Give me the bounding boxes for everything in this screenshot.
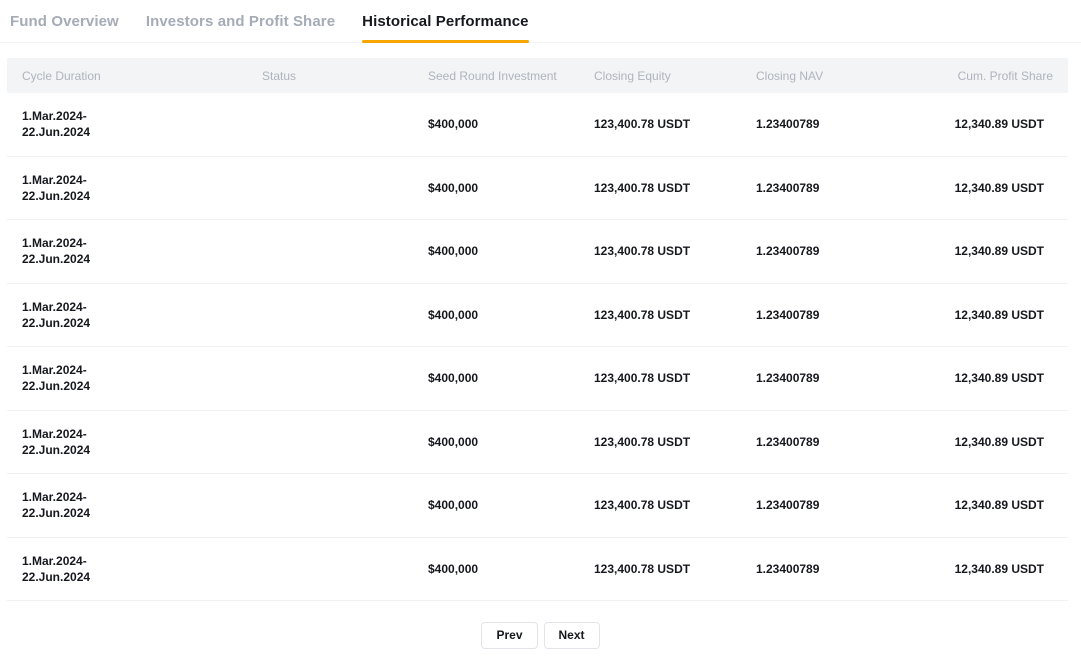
seed-round-investment-cell: $400,000 xyxy=(428,244,594,258)
table-row: 1.Mar.2024- 22.Jun.2024 $400,000 123,400… xyxy=(7,347,1068,411)
closing-equity-cell: 123,400.78 USDT xyxy=(594,244,756,258)
cycle-duration-line2: 22.Jun.2024 xyxy=(22,505,262,521)
cycle-duration-line1: 1.Mar.2024- xyxy=(22,362,262,378)
seed-round-investment-cell: $400,000 xyxy=(428,181,594,195)
cycle-duration-line2: 22.Jun.2024 xyxy=(22,569,262,585)
cycle-duration-line1: 1.Mar.2024- xyxy=(22,553,262,569)
closing-nav-cell: 1.23400789 xyxy=(756,181,906,195)
closing-equity-cell: 123,400.78 USDT xyxy=(594,117,756,131)
table-row: 1.Mar.2024- 22.Jun.2024 $400,000 123,400… xyxy=(7,474,1068,538)
cycle-duration-cell: 1.Mar.2024- 22.Jun.2024 xyxy=(7,172,262,204)
performance-table: Cycle Duration Status Seed Round Investm… xyxy=(7,58,1068,601)
cycle-duration-line1: 1.Mar.2024- xyxy=(22,235,262,251)
column-header-closing-nav: Closing NAV xyxy=(756,69,906,83)
tab-investors-and-profit-share[interactable]: Investors and Profit Share xyxy=(146,0,335,43)
table-row: 1.Mar.2024- 22.Jun.2024 $400,000 123,400… xyxy=(7,411,1068,475)
seed-round-investment-cell: $400,000 xyxy=(428,117,594,131)
cycle-duration-line2: 22.Jun.2024 xyxy=(22,188,262,204)
closing-nav-cell: 1.23400789 xyxy=(756,371,906,385)
closing-nav-cell: 1.23400789 xyxy=(756,562,906,576)
cycle-duration-cell: 1.Mar.2024- 22.Jun.2024 xyxy=(7,299,262,331)
cycle-duration-line1: 1.Mar.2024- xyxy=(22,426,262,442)
table-row: 1.Mar.2024- 22.Jun.2024 $400,000 123,400… xyxy=(7,220,1068,284)
tab-fund-overview[interactable]: Fund Overview xyxy=(10,0,119,43)
cycle-duration-cell: 1.Mar.2024- 22.Jun.2024 xyxy=(7,235,262,267)
cycle-duration-line1: 1.Mar.2024- xyxy=(22,489,262,505)
seed-round-investment-cell: $400,000 xyxy=(428,371,594,385)
cycle-duration-cell: 1.Mar.2024- 22.Jun.2024 xyxy=(7,489,262,521)
cycle-duration-cell: 1.Mar.2024- 22.Jun.2024 xyxy=(7,426,262,458)
cycle-duration-line2: 22.Jun.2024 xyxy=(22,124,262,140)
cum-profit-share-cell: 12,340.89 USDT xyxy=(906,308,1068,322)
seed-round-investment-cell: $400,000 xyxy=(428,498,594,512)
cycle-duration-cell: 1.Mar.2024- 22.Jun.2024 xyxy=(7,108,262,140)
closing-equity-cell: 123,400.78 USDT xyxy=(594,308,756,322)
column-header-cum-profit-share: Cum. Profit Share xyxy=(906,69,1068,83)
cum-profit-share-cell: 12,340.89 USDT xyxy=(906,435,1068,449)
cycle-duration-line2: 22.Jun.2024 xyxy=(22,378,262,394)
prev-button[interactable]: Prev xyxy=(481,622,537,649)
seed-round-investment-cell: $400,000 xyxy=(428,435,594,449)
cum-profit-share-cell: 12,340.89 USDT xyxy=(906,371,1068,385)
table-header-row: Cycle Duration Status Seed Round Investm… xyxy=(7,58,1068,93)
seed-round-investment-cell: $400,000 xyxy=(428,562,594,576)
closing-nav-cell: 1.23400789 xyxy=(756,244,906,258)
closing-nav-cell: 1.23400789 xyxy=(756,498,906,512)
closing-nav-cell: 1.23400789 xyxy=(756,308,906,322)
column-header-closing-equity: Closing Equity xyxy=(594,69,756,83)
cycle-duration-line2: 22.Jun.2024 xyxy=(22,442,262,458)
pagination: Prev Next xyxy=(0,622,1081,649)
cycle-duration-cell: 1.Mar.2024- 22.Jun.2024 xyxy=(7,362,262,394)
table-row: 1.Mar.2024- 22.Jun.2024 $400,000 123,400… xyxy=(7,157,1068,221)
cycle-duration-line2: 22.Jun.2024 xyxy=(22,315,262,331)
closing-equity-cell: 123,400.78 USDT xyxy=(594,371,756,385)
column-header-seed-round-investment: Seed Round Investment xyxy=(428,69,594,83)
cum-profit-share-cell: 12,340.89 USDT xyxy=(906,498,1068,512)
closing-equity-cell: 123,400.78 USDT xyxy=(594,181,756,195)
cum-profit-share-cell: 12,340.89 USDT xyxy=(906,181,1068,195)
cycle-duration-line1: 1.Mar.2024- xyxy=(22,108,262,124)
cum-profit-share-cell: 12,340.89 USDT xyxy=(906,562,1068,576)
table-row: 1.Mar.2024- 22.Jun.2024 $400,000 123,400… xyxy=(7,538,1068,602)
closing-equity-cell: 123,400.78 USDT xyxy=(594,562,756,576)
cycle-duration-cell: 1.Mar.2024- 22.Jun.2024 xyxy=(7,553,262,585)
tab-historical-performance[interactable]: Historical Performance xyxy=(362,0,528,43)
table-row: 1.Mar.2024- 22.Jun.2024 $400,000 123,400… xyxy=(7,284,1068,348)
cum-profit-share-cell: 12,340.89 USDT xyxy=(906,117,1068,131)
cycle-duration-line1: 1.Mar.2024- xyxy=(22,299,262,315)
table-row: 1.Mar.2024- 22.Jun.2024 $400,000 123,400… xyxy=(7,93,1068,157)
closing-equity-cell: 123,400.78 USDT xyxy=(594,435,756,449)
historical-performance-page: Fund Overview Investors and Profit Share… xyxy=(0,0,1081,649)
column-header-cycle-duration: Cycle Duration xyxy=(7,69,262,83)
closing-nav-cell: 1.23400789 xyxy=(756,435,906,449)
cum-profit-share-cell: 12,340.89 USDT xyxy=(906,244,1068,258)
closing-nav-cell: 1.23400789 xyxy=(756,117,906,131)
cycle-duration-line1: 1.Mar.2024- xyxy=(22,172,262,188)
table-body: 1.Mar.2024- 22.Jun.2024 $400,000 123,400… xyxy=(7,93,1068,601)
cycle-duration-line2: 22.Jun.2024 xyxy=(22,251,262,267)
seed-round-investment-cell: $400,000 xyxy=(428,308,594,322)
tab-bar: Fund Overview Investors and Profit Share… xyxy=(0,0,1081,43)
closing-equity-cell: 123,400.78 USDT xyxy=(594,498,756,512)
next-button[interactable]: Next xyxy=(544,622,600,649)
column-header-status: Status xyxy=(262,69,428,83)
